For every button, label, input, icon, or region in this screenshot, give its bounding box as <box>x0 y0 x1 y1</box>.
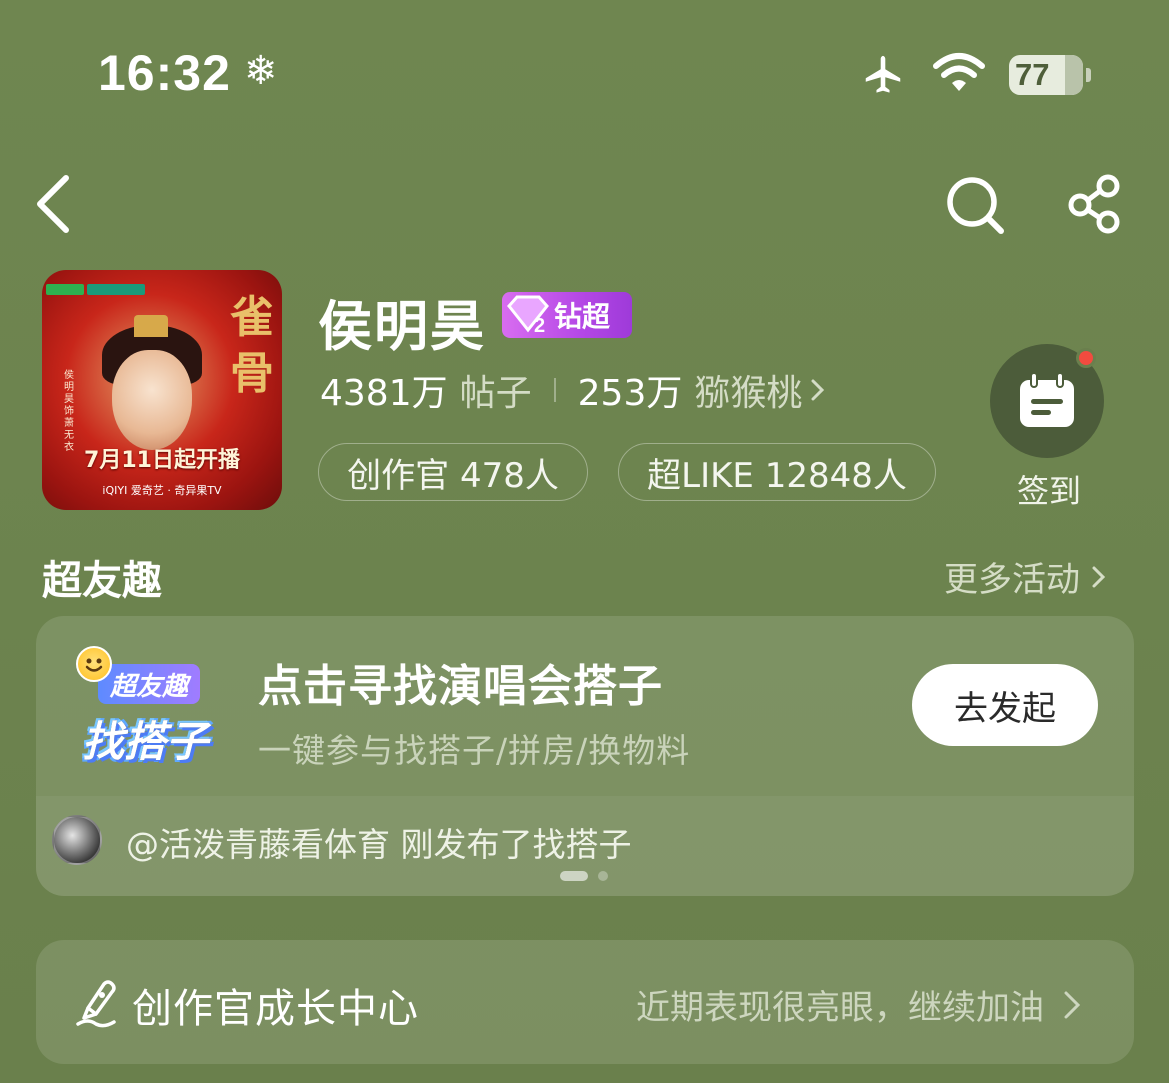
growth-center-hint[interactable]: 近期表现很亮眼，继续加油 <box>636 980 1088 1029</box>
pagination-dot <box>598 871 608 881</box>
cover-figure-crown <box>134 315 168 337</box>
smiley-emoji-icon <box>76 646 112 682</box>
chevron-right-icon <box>811 379 825 401</box>
calendar-icon <box>1020 372 1074 427</box>
activity-logo-top: 超友趣 <box>98 664 201 704</box>
badge-label: 钻超 <box>554 300 611 333</box>
creator-count-pill[interactable]: 创作官 478人 <box>318 443 588 501</box>
cover-date-text: 7月11日起开播 <box>84 448 240 473</box>
snowflake-icon: ❄ <box>244 48 278 94</box>
chevron-right-icon <box>1092 566 1106 587</box>
status-time: 16:32 <box>98 45 231 101</box>
back-chevron-icon[interactable] <box>30 172 78 240</box>
more-activities-link[interactable]: 更多活动 <box>944 552 1110 601</box>
cover-logo-tag <box>46 284 84 295</box>
badge-level: 2 <box>534 315 545 336</box>
super-like-pill[interactable]: 超LIKE 12848人 <box>618 443 936 501</box>
activity-title[interactable]: 点击寻找演唱会搭子 <box>258 650 663 714</box>
cover-figure-face <box>112 350 192 450</box>
pen-icon <box>74 978 120 1032</box>
fans-label: 猕猴桃 <box>694 373 803 414</box>
section-title: 超友趣 <box>42 558 162 604</box>
fans-count: 253万 <box>577 373 683 414</box>
activity-subtitle: 一键参与找搭子/拼房/换物料 <box>258 731 691 770</box>
page-title: 侯明昊 <box>318 295 486 358</box>
stats-divider <box>553 378 556 402</box>
battery-icon: 77 <box>1009 55 1083 95</box>
stats-row[interactable]: 4381万 帖子 253万 猕猴桃 <box>320 364 828 416</box>
avatar[interactable] <box>52 815 102 865</box>
growth-center-title[interactable]: 创作官成长中心 <box>132 976 419 1034</box>
battery-tip <box>1086 68 1091 82</box>
search-icon[interactable] <box>944 174 1006 240</box>
more-activities-label: 更多活动 <box>944 560 1080 600</box>
growth-hint-text: 近期表现很亮眼，继续加油 <box>636 988 1044 1028</box>
cover-logo-tag <box>87 284 145 295</box>
activity-logo-bottom: 找搭子 <box>82 717 209 766</box>
cover-image[interactable]: 雀骨 侯明昊 饰 萧无衣 7月11日起开播 iQIYI 爱奇艺 · 奇异果TV <box>42 270 282 510</box>
chevron-right-icon <box>1064 991 1081 1018</box>
pagination-dot-active <box>560 871 588 881</box>
diamond-icon: 2 <box>502 292 554 338</box>
cover-brand-text: iQIYI 爱奇艺 · 奇异果TV <box>102 484 222 497</box>
wifi-icon <box>932 52 986 98</box>
level-badge[interactable]: 2 钻超 <box>502 292 632 338</box>
activity-ticker-text[interactable]: @活泼青藤看体育 刚发布了找搭子 <box>126 818 632 866</box>
cover-title-art: 雀骨 <box>230 292 274 399</box>
share-icon[interactable] <box>1066 174 1126 238</box>
checkin-label[interactable]: 签到 <box>1017 466 1081 512</box>
airplane-icon <box>858 52 908 102</box>
notification-dot <box>1076 348 1096 368</box>
posts-label: 帖子 <box>459 373 532 414</box>
battery-level: 77 <box>1015 57 1050 92</box>
start-activity-button[interactable]: 去发起 <box>912 664 1098 746</box>
posts-count: 4381万 <box>320 373 448 414</box>
